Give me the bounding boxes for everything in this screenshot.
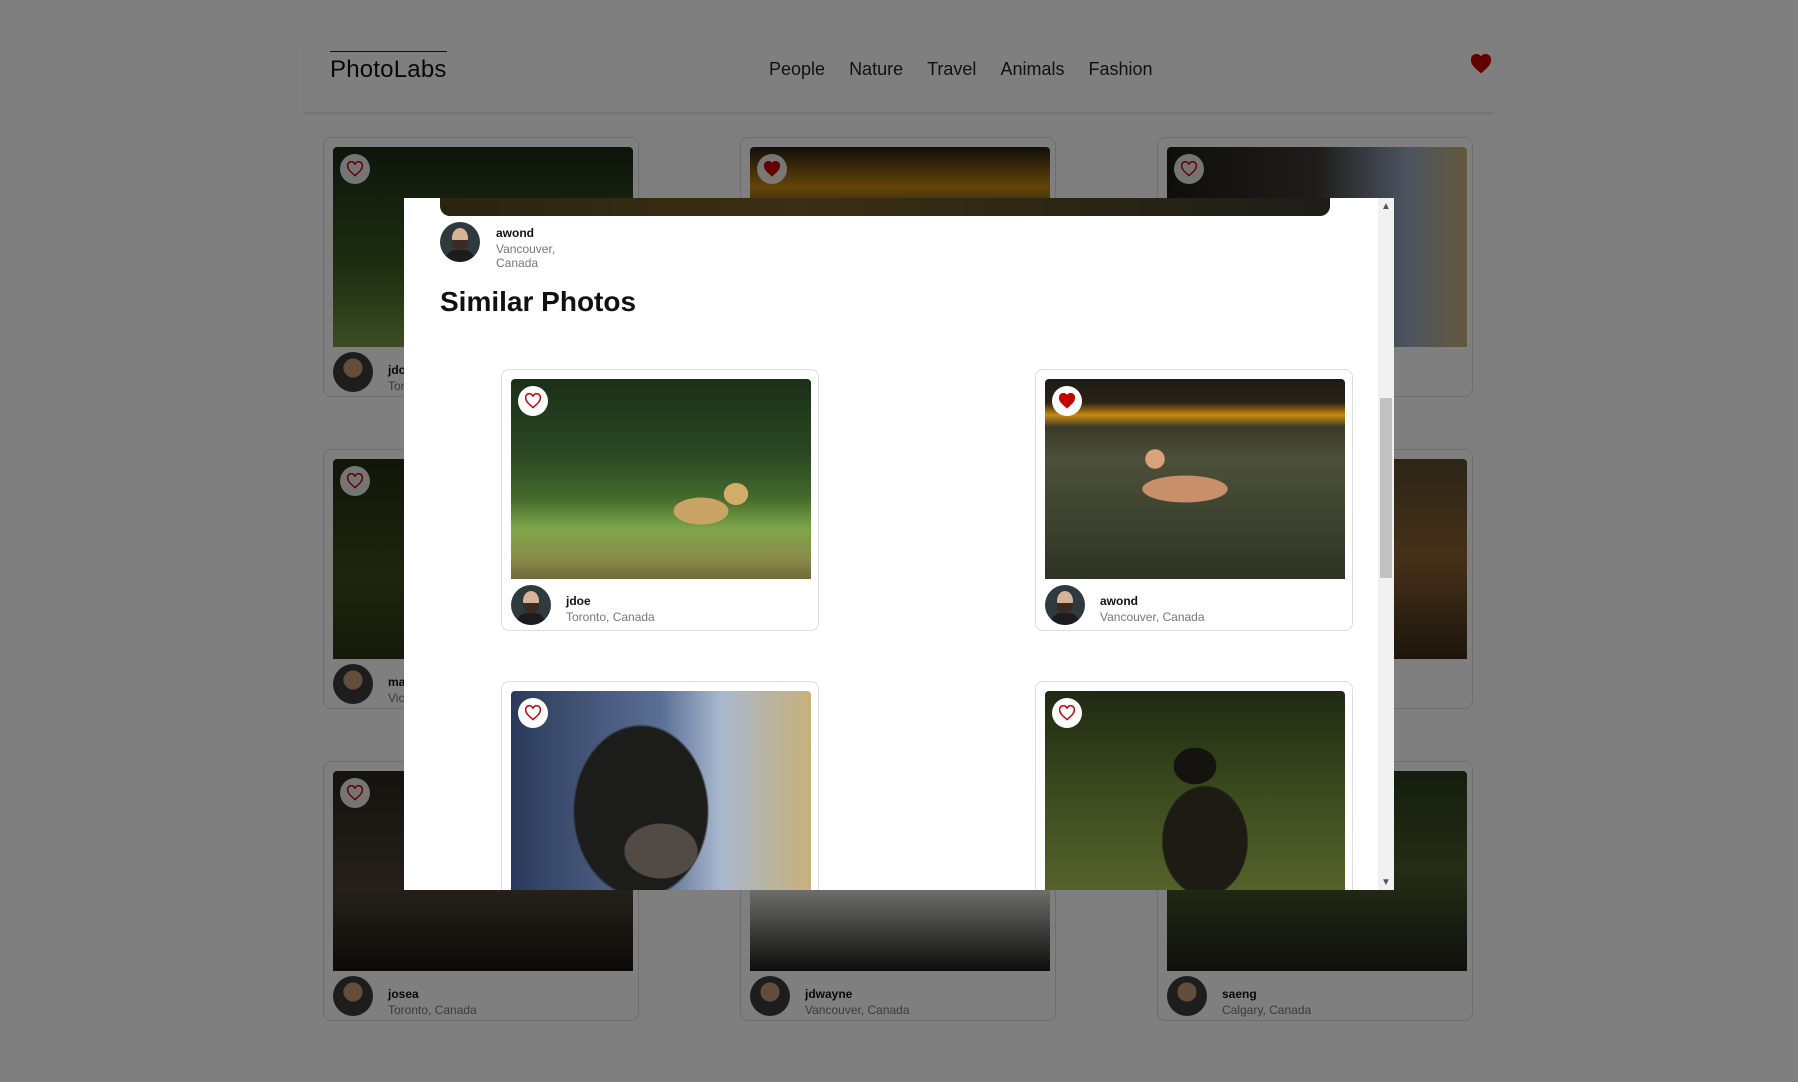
photo-location: Vancouver, Canada bbox=[1100, 610, 1205, 624]
similar-photo-card[interactable] bbox=[501, 681, 819, 890]
photo-username: awond bbox=[1100, 594, 1138, 608]
avatar bbox=[440, 222, 480, 262]
photo-details-modal: awond Vancouver, Canada Similar Photos j… bbox=[404, 198, 1394, 890]
main-photo-user: awond Vancouver, Canada bbox=[440, 222, 555, 270]
similar-photo-card[interactable]: awond Vancouver, Canada bbox=[1035, 369, 1353, 631]
photo-image[interactable] bbox=[511, 379, 811, 579]
photo-image[interactable] bbox=[511, 691, 811, 890]
heart-outline-icon bbox=[524, 705, 542, 721]
photo-image[interactable] bbox=[1045, 691, 1345, 890]
scroll-up-arrow-icon[interactable]: ▲ bbox=[1378, 198, 1394, 214]
photo-username: awond bbox=[496, 226, 534, 240]
heart-filled-icon bbox=[1058, 393, 1076, 409]
favourite-button[interactable] bbox=[1052, 698, 1082, 728]
avatar bbox=[1045, 585, 1085, 625]
favourite-button[interactable] bbox=[518, 698, 548, 728]
photo-username: jdoe bbox=[566, 594, 591, 608]
main-photo bbox=[440, 198, 1330, 216]
photo-location: Toronto, Canada bbox=[566, 610, 655, 624]
similar-photo-card[interactable] bbox=[1035, 681, 1353, 890]
similar-photo-card[interactable]: jdoe Toronto, Canada bbox=[501, 369, 819, 631]
favourite-button[interactable] bbox=[1052, 386, 1082, 416]
favourite-button[interactable] bbox=[518, 386, 548, 416]
photo-image[interactable] bbox=[1045, 379, 1345, 579]
scrollbar-thumb[interactable] bbox=[1380, 398, 1392, 578]
avatar bbox=[511, 585, 551, 625]
modal-scrollbar[interactable]: ▲ ▼ bbox=[1378, 198, 1394, 890]
photo-location: Vancouver, Canada bbox=[496, 242, 556, 270]
scroll-down-arrow-icon[interactable]: ▼ bbox=[1378, 874, 1394, 890]
heart-outline-icon bbox=[524, 393, 542, 409]
similar-photos-heading: Similar Photos bbox=[440, 286, 637, 317]
heart-outline-icon bbox=[1058, 705, 1076, 721]
